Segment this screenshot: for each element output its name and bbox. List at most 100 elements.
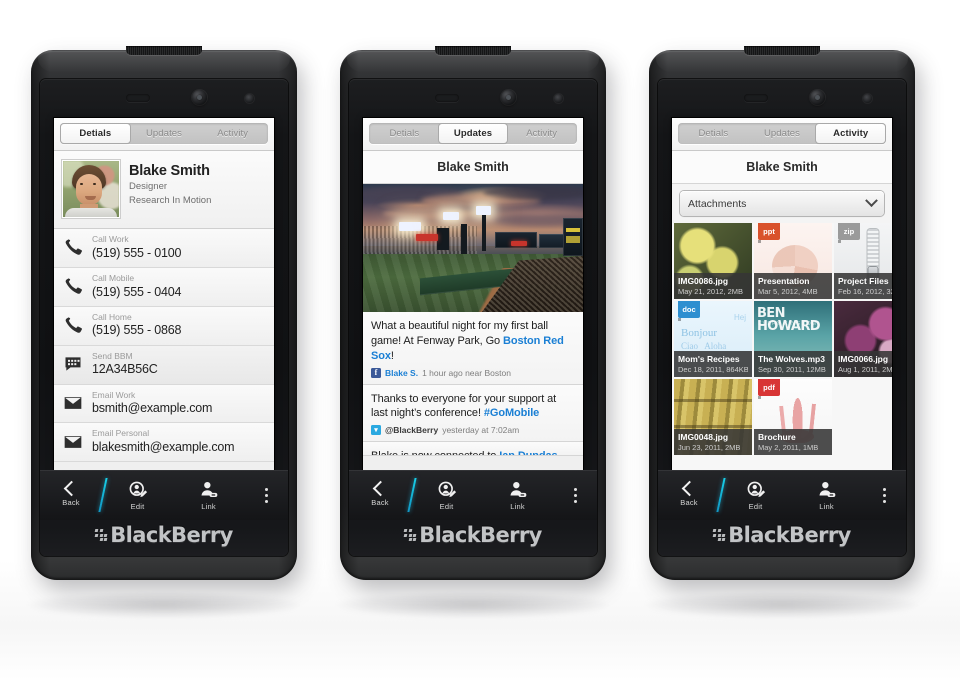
attachment-tile[interactable]: Hej Bonjour Ciao Aloha doc Mom's Recipes D… [674,301,752,377]
attachment-meta: Dec 18, 2011, 864KB [678,364,748,374]
tab-details[interactable]: Detials [61,124,130,143]
link-button[interactable]: Link [482,470,553,520]
earpiece-speaker-icon [126,46,202,55]
contact-row-send-bbm[interactable]: Send BBM 12A34B56C [54,345,274,385]
post-hashtag[interactable]: #GoMobile [484,407,539,419]
attachment-name: IMG0048.jpg [678,432,729,443]
link-button[interactable]: Link [173,470,244,520]
row-value: (519) 555 - 0100 [92,245,182,260]
page-title: Blake Smith [363,151,583,184]
tab-activity[interactable]: Activity [816,124,886,143]
notification-led-icon [744,94,768,102]
update-post[interactable]: Blake is now connected to Ian Dundas, Pa… [363,442,583,457]
back-button[interactable]: Back [658,470,720,520]
contact-row-email-personal[interactable]: Email Personal blakesmith@example.com [54,423,274,463]
phone-icon [62,314,84,336]
twitter-icon: ▾ [371,425,381,436]
avatar[interactable] [61,159,121,219]
attachment-name: The Wolves.mp3 [758,354,825,365]
tab-updates[interactable]: Updates [438,124,508,143]
tile-caption: IMG0048.jpg Jun 23, 2011, 2MB [674,429,752,455]
attachment-tile[interactable]: zip Project Files Feb 16, 2012, 32MB [834,223,892,299]
tile-caption: Brochure May 2, 2011, 1MB [754,429,832,455]
stadium-light-icon [399,222,421,231]
attachment-meta: Feb 16, 2012, 32MB [838,286,892,296]
facebook-icon: f [371,367,381,378]
post-author[interactable]: Blake S. [385,368,418,378]
details-scroll-area[interactable]: Blake Smith Designer Research In Motion … [54,151,274,470]
tab-activity[interactable]: Activity [507,124,576,143]
tab-details[interactable]: Detials [370,124,439,143]
row-value: blakesmith@example.com [92,440,235,454]
link-contact-icon [508,480,528,500]
link-button[interactable]: Link [791,470,862,520]
tile-caption: The Wolves.mp3 Sep 30, 2011, 12MB [754,351,832,377]
row-label: Send BBM [92,350,133,361]
segmented-control[interactable]: Detials Updates Activity [678,123,886,144]
contact-row-email-work[interactable]: Email Work bsmith@example.com [54,384,274,424]
phone-icon [62,275,84,297]
row-value: 12A34B56C [92,362,158,377]
red-sign [511,241,527,246]
row-value: (519) 555 - 0868 [92,323,182,338]
update-post[interactable]: What a beautiful night for my first ball… [363,312,583,385]
overflow-menu-button[interactable] [244,470,288,520]
edit-button[interactable]: Edit [102,470,173,520]
tab-activity[interactable]: Activity [198,124,267,143]
proximity-sensor-icon [863,94,872,103]
post-text-after: ! [390,349,394,362]
tab-updates[interactable]: Updates [130,124,199,143]
blackberry-mark-icon [403,529,417,541]
back-label: Back [371,498,389,507]
edit-contact-icon [746,480,766,500]
overflow-menu-button[interactable] [862,470,906,520]
contact-row-call-home[interactable]: Call Home (519) 555 - 0868 [54,306,274,346]
tab-bar: Detials Updates Activity [54,118,274,151]
attachment-tile[interactable]: IMG0048.jpg Jun 23, 2011, 2MB [674,379,752,455]
action-bar: Back Edit Link [40,470,288,520]
post-photo[interactable] [363,184,583,312]
attachment-name: Presentation [758,276,810,287]
contact-row-call-mobile[interactable]: Call Mobile (519) 555 - 0404 [54,267,274,307]
segmented-control[interactable]: Detials Updates Activity [369,123,577,144]
attachments-filter-dropdown[interactable]: Attachments [680,191,884,216]
front-camera-icon [810,90,825,105]
overflow-menu-button[interactable] [553,470,597,520]
update-post[interactable]: Thanks to everyone for your support at l… [363,384,583,443]
back-button[interactable]: Back [40,470,102,520]
chevron-left-icon [63,480,79,497]
attachment-tile-empty [834,379,892,455]
link-label: Link [201,501,216,511]
tile-caption: Mom's Recipes Dec 18, 2011, 864KB [674,351,752,377]
back-button[interactable]: Back [349,470,411,520]
device-3: Detials Updates Activity Blake Smith Att… [649,46,915,580]
brand-wordmark: BlackBerry [419,523,542,547]
attachment-tile[interactable]: IMG0066.jpg Aug 1, 2011, 2MB [834,301,892,377]
tab-details[interactable]: Detials [679,124,748,143]
attachments-grid: IMG0086.jpg May 21, 2012, 2MB ppt Presen… [672,223,892,455]
attachment-name: IMG0086.jpg [678,276,729,287]
more-dots-icon [882,487,886,503]
back-label: Back [680,498,698,507]
more-dots-icon [264,487,268,503]
chevron-left-icon [681,480,697,497]
edit-button[interactable]: Edit [720,470,791,520]
front-camera-icon [501,90,516,105]
yellow-sign [566,228,580,232]
attachment-tile[interactable]: IMG0086.jpg May 21, 2012, 2MB [674,223,752,299]
activity-scroll-area[interactable]: Attachments IMG0086.jpg May 21, 2012, 2M… [672,184,892,470]
updates-scroll-area[interactable]: What a beautiful night for my first ball… [363,184,583,470]
attachment-tile[interactable]: BEN HOWARD EVERY KINGDOM The Wolves.mp3 … [754,301,832,377]
post-author[interactable]: @BlackBerry [385,425,438,435]
segmented-control[interactable]: Detials Updates Activity [60,123,268,144]
tab-updates[interactable]: Updates [748,124,817,143]
row-label: Email Work [92,389,136,400]
attachment-tile[interactable]: pdf Brochure May 2, 2011, 1MB [754,379,832,455]
edit-button[interactable]: Edit [411,470,482,520]
attachment-tile[interactable]: ppt Presentation Mar 5, 2012, 4MB [754,223,832,299]
contact-row-call-work[interactable]: Call Work (519) 555 - 0100 [54,229,274,268]
stadium-light-icon [476,206,491,215]
tile-caption: Project Files Feb 16, 2012, 32MB [834,273,892,299]
chevron-left-icon [372,480,388,497]
link-label: Link [819,501,834,511]
